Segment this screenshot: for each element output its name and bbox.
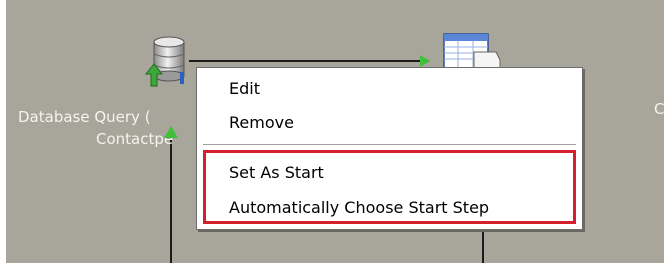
hop-arrow-icon: [420, 55, 430, 67]
connector-line: [189, 60, 429, 62]
menu-item-edit[interactable]: Edit: [197, 74, 582, 104]
connector-line: [170, 140, 172, 263]
table-output-icon[interactable]: [438, 30, 502, 70]
node-label-line1: Database Query (: [18, 108, 151, 126]
highlight-annotation: [203, 150, 576, 224]
menu-separator: [203, 144, 576, 146]
menu-item-remove[interactable]: Remove: [197, 108, 582, 138]
hop-arrow-icon: [164, 126, 178, 138]
database-query-icon[interactable]: [140, 36, 196, 88]
node-label-partial: C: [654, 100, 664, 118]
node-label-line2: Contactpe: [96, 130, 174, 148]
